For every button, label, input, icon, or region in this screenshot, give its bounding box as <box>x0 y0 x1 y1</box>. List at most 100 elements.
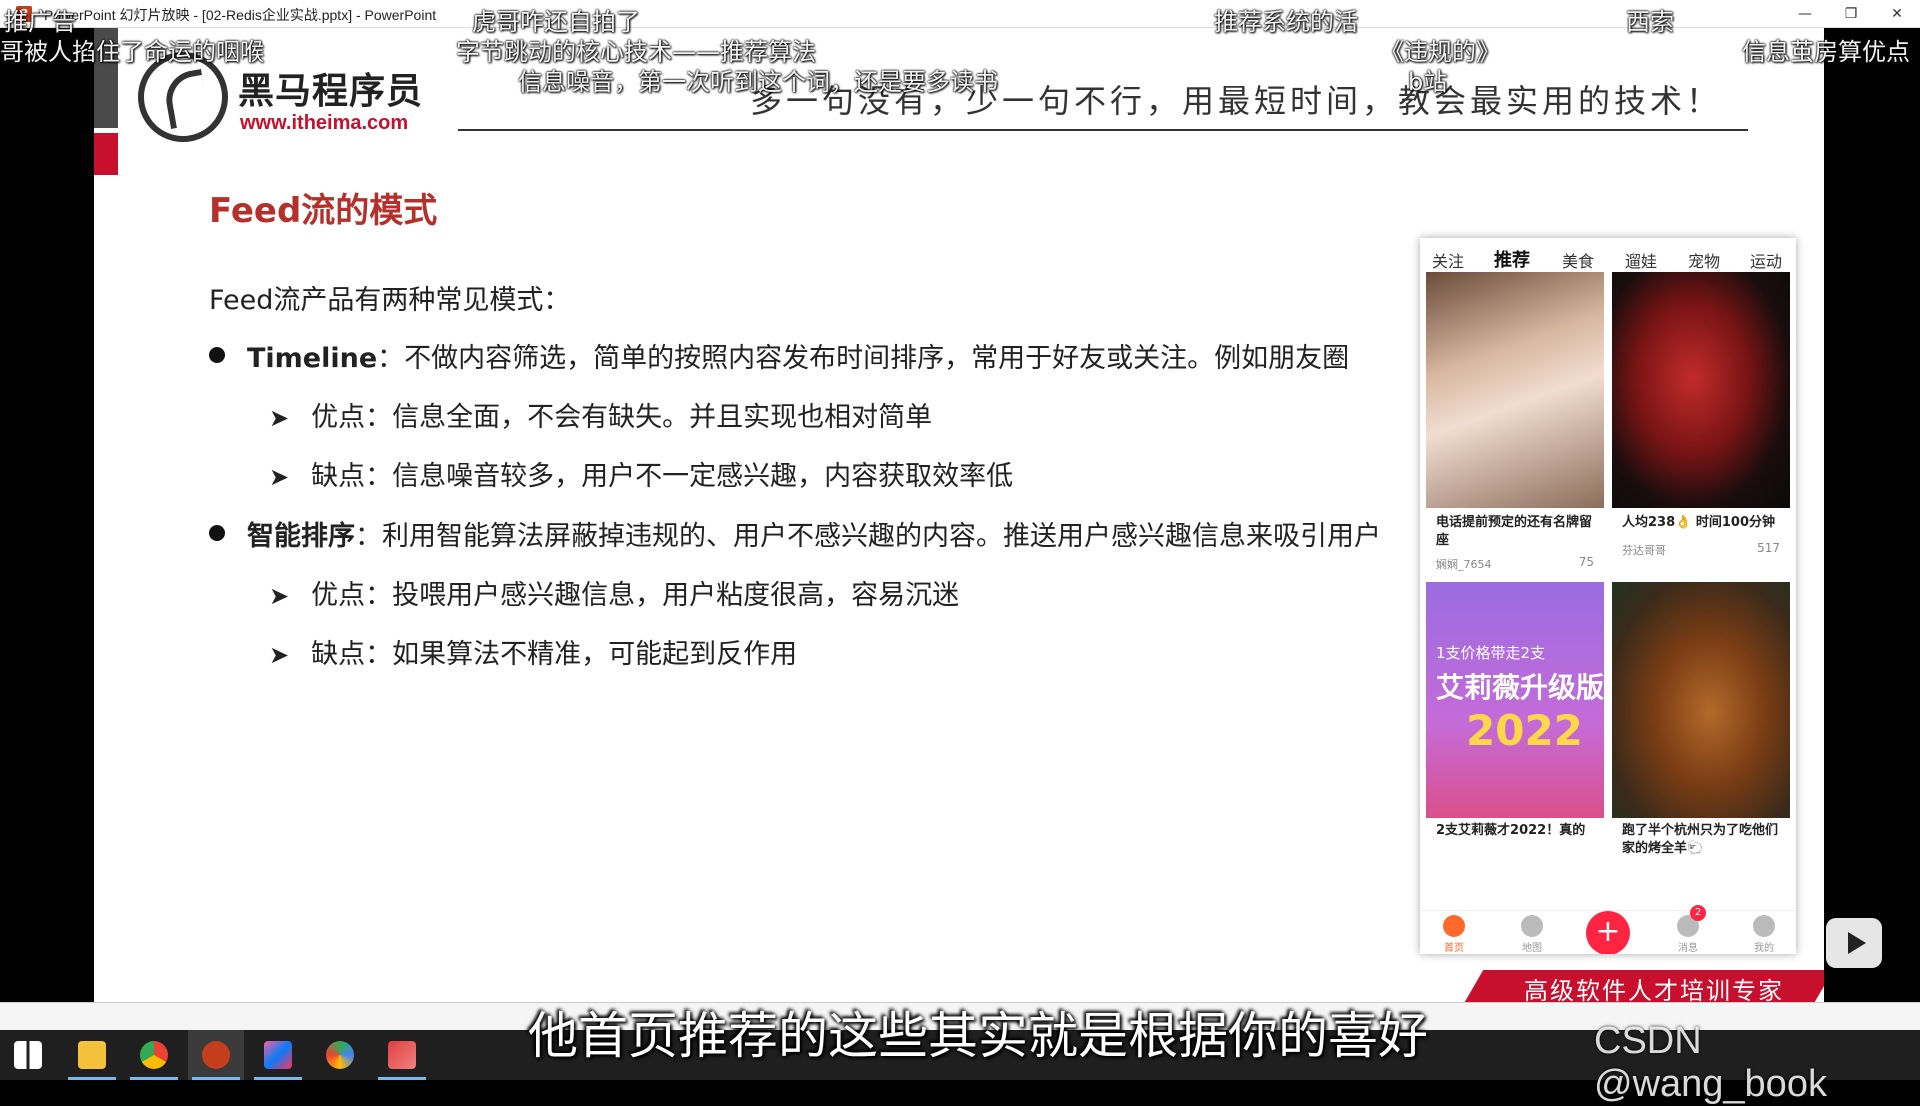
video-subtitle: 他首页推荐的这些其实就是根据你的喜好 <box>528 1007 1428 1065</box>
card-user: 芬达哥哥 <box>1622 544 1666 557</box>
windows-icon <box>14 1041 42 1069</box>
decor-red-bar <box>94 133 118 175</box>
nav-map: 地图 <box>1512 915 1552 954</box>
taskbar-explorer[interactable] <box>64 1030 120 1080</box>
minimize-button[interactable]: — <box>1782 0 1828 28</box>
logo-text: 黑马程序员 <box>238 71 424 112</box>
sub-point-text: 缺点：信息噪音较多，用户不一定感兴趣，内容获取效率低 <box>311 461 1014 492</box>
bullet-dot-icon <box>209 525 225 541</box>
danmaku-comment: 信息茧房算优点 <box>1742 38 1910 66</box>
taskbar-intellij[interactable] <box>250 1030 306 1080</box>
bottom-nav: 首页 地图 + 消息 2 我的 <box>1420 905 1796 954</box>
nav-profile: 我的 <box>1744 915 1784 954</box>
right-letterbox <box>1824 28 1920 1002</box>
feed-card: 1支价格带走2支 艾莉薇升级版 2022 2支艾莉薇才2022！真的 <box>1426 582 1604 838</box>
bullet-term: Timeline <box>247 343 378 374</box>
feed-card: 跑了半个杭州只为了吃他们家的烤全羊🐑 <box>1612 582 1790 856</box>
window-title: PowerPoint 幻灯片放映 - [02-Redis企业实战.pptx] -… <box>44 7 437 23</box>
map-icon <box>1521 915 1543 937</box>
card-likes: 75 <box>1578 555 1594 569</box>
bullet-timeline: Timeline：不做内容筛选，简单的按照内容发布时间排序，常用于好友或关注。例… <box>209 336 1349 375</box>
tab-recommend: 推荐 <box>1494 246 1530 278</box>
card-likes: 517 <box>1757 541 1780 555</box>
bullet-term: 智能排序 <box>247 521 355 552</box>
promo-line: 1支价格带走2支 <box>1436 644 1546 662</box>
card-promo-image: 1支价格带走2支 艾莉薇升级版 2022 <box>1426 582 1604 818</box>
bullet-text: ：利用智能算法屏蔽掉违规的、用户不感兴趣的内容。推送用户感兴趣信息来吸引用户 <box>355 521 1381 552</box>
danmaku-comment: 推荐系统的活 <box>1214 8 1358 36</box>
itheima-logo: 黑马程序员 www.itheima.com <box>138 52 448 162</box>
app-icon <box>326 1041 354 1069</box>
left-letterbox <box>0 28 94 1002</box>
arrow-bullet-icon: ➤ <box>269 463 290 491</box>
nav-home: 首页 <box>1434 915 1474 954</box>
start-button[interactable] <box>0 1030 56 1080</box>
promo-headline: 艾莉薇升级版 <box>1436 671 1605 704</box>
xiaohongshu-screenshot: 关注 推荐 美食 遛娃 宠物 运动健 电话提前预定的还有名牌留座 娴娴_7654… <box>1420 238 1796 954</box>
intro-text: Feed流产品有两种常见模式： <box>209 285 571 316</box>
csdn-watermark: CSDN @wang_book <box>1594 1020 1827 1105</box>
nav-messages: 消息 <box>1668 915 1708 954</box>
bullet-text: ：不做内容筛选，简单的按照内容发布时间排序，常用于好友或关注。例如朋友圈 <box>377 343 1350 374</box>
sub-point: ➤ 优点：信息全面，不会有缺失。并且实现也相对简单 <box>269 395 932 434</box>
feed-tabs: 关注 推荐 美食 遛娃 宠物 运动健 <box>1420 238 1796 295</box>
home-icon <box>1443 915 1465 937</box>
drawing-icon <box>388 1041 416 1069</box>
close-button[interactable]: ✕ <box>1874 0 1920 28</box>
chrome-icon <box>140 1041 168 1069</box>
sub-point: ➤ 缺点：如果算法不精准，可能起到反作用 <box>269 632 797 671</box>
message-badge: 2 <box>1690 905 1706 921</box>
taskbar-powerpoint[interactable] <box>188 1030 244 1080</box>
tab-follow: 关注 <box>1432 252 1465 271</box>
logo-url: www.itheima.com <box>240 112 409 134</box>
publish-plus-icon: + <box>1586 911 1630 954</box>
arrow-bullet-icon: ➤ <box>269 404 290 432</box>
taskbar-chrome[interactable] <box>126 1030 182 1080</box>
tab-kids: 遛娃 <box>1625 252 1658 271</box>
restore-button[interactable]: ❐ <box>1828 0 1874 28</box>
bullet-smart-ranking: 智能排序：利用智能算法屏蔽掉违规的、用户不感兴趣的内容。推送用户感兴趣信息来吸引… <box>209 514 1381 553</box>
nav-label: 首页 <box>1444 943 1464 954</box>
header-divider <box>458 129 1748 131</box>
card-video-thumb <box>1612 582 1790 818</box>
card-caption: 2支艾莉薇才2022！真的 <box>1436 823 1586 838</box>
nav-label: 地图 <box>1522 943 1542 954</box>
card-caption: 人均238👌 时间100分钟 <box>1622 515 1775 530</box>
nav-label: 消息 <box>1678 943 1698 954</box>
video-play-icon[interactable] <box>1826 918 1882 968</box>
card-user: 娴娴_7654 <box>1436 558 1492 571</box>
taskbar-app[interactable] <box>312 1030 368 1080</box>
feed-card-info: 电话提前预定的还有名牌留座 娴娴_7654 75 <box>1426 508 1604 571</box>
card-caption: 跑了半个杭州只为了吃他们家的烤全羊🐑 <box>1622 823 1779 856</box>
profile-icon <box>1753 915 1775 937</box>
danmaku-comment: b站 <box>1408 68 1448 96</box>
tab-pets: 宠物 <box>1688 252 1721 271</box>
arrow-bullet-icon: ➤ <box>269 582 290 610</box>
sub-point-text: 缺点：如果算法不精准，可能起到反作用 <box>311 639 798 670</box>
slide-title: Feed流的模式 <box>209 191 438 231</box>
feed-card <box>1612 272 1790 508</box>
promo-year: 2022 <box>1466 706 1583 755</box>
slide-canvas[interactable]: 黑马程序员 www.itheima.com 多一句没有，少一句不行，用最短时间，… <box>94 28 1824 1002</box>
footer-text: 高级软件人才培训专家 <box>1524 977 1784 1002</box>
sub-point-text: 优点：投喂用户感兴趣信息，用户粘度很高，容易沉迷 <box>311 580 960 611</box>
danmaku-comment: 哥被人掐住了命运的咽喉 <box>0 38 264 66</box>
feed-card-info: 人均238👌 时间100分钟 芬达哥哥 517 <box>1612 508 1790 568</box>
danmaku-comment: 信息噪音，第一次听到这个词，还是要多读书 <box>518 68 998 96</box>
arrow-bullet-icon: ➤ <box>269 641 290 669</box>
card-photo <box>1612 272 1790 508</box>
powerpoint-icon <box>202 1041 230 1069</box>
sub-point: ➤ 优点：投喂用户感兴趣信息，用户粘度很高，容易沉迷 <box>269 573 959 612</box>
intellij-icon <box>264 1041 292 1069</box>
nav-label: 我的 <box>1754 943 1774 954</box>
sub-point-text: 优点：信息全面，不会有缺失。并且实现也相对简单 <box>311 402 933 433</box>
card-caption: 电话提前预定的还有名牌留座 <box>1436 515 1593 548</box>
taskbar-draw[interactable] <box>374 1030 430 1080</box>
tab-food: 美食 <box>1562 252 1595 271</box>
folder-icon <box>78 1041 106 1069</box>
danmaku-comment: 西索 <box>1626 8 1674 36</box>
feed-card <box>1426 272 1604 508</box>
sub-point: ➤ 缺点：信息噪音较多，用户不一定感兴趣，内容获取效率低 <box>269 454 1013 493</box>
bullet-dot-icon <box>209 347 225 363</box>
card-photo <box>1426 272 1604 508</box>
